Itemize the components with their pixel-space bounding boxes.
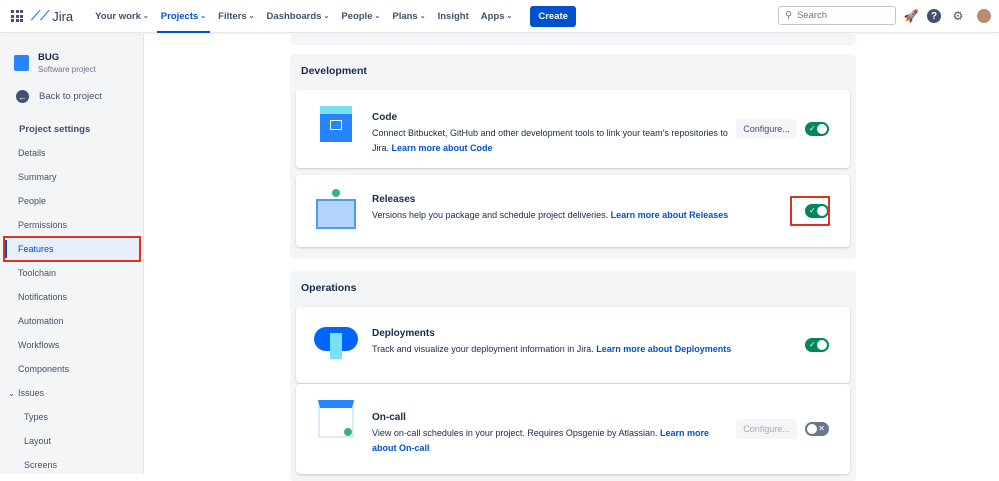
highlight-box: [790, 196, 830, 226]
nav-projects[interactable]: Projects ⌄: [155, 0, 212, 33]
learn-more-link[interactable]: Learn more about Code: [392, 143, 493, 153]
nav-dashboards[interactable]: Dashboards ⌄: [261, 0, 336, 33]
feature-title: Deployments: [372, 328, 435, 339]
chevron-down-icon: ⌄: [506, 13, 513, 20]
close-icon: ✕: [818, 424, 825, 433]
nav-plans[interactable]: Plans ⌄: [386, 0, 431, 33]
notifications-icon[interactable]: 🚀: [904, 9, 919, 23]
nav-filters[interactable]: Filters ⌄: [212, 0, 260, 33]
top-navigation: ⟋⟋ Jira Your work ⌄ Projects ⌄ Filters ⌄ Dashbo…: [0, 0, 999, 33]
on-call-toggle[interactable]: ✕: [805, 422, 829, 436]
sidebar-item-details[interactable]: Details: [3, 140, 141, 166]
sidebar-item-layout[interactable]: Layout: [3, 428, 141, 454]
code-toggle[interactable]: ✓: [805, 122, 829, 136]
sidebar-item-workflows[interactable]: Workflows: [3, 332, 141, 358]
section-development: Development Code Connect Bitbucket, GitH…: [290, 54, 856, 259]
chevron-down-icon: ⌄: [142, 13, 149, 20]
search-icon: ⚲: [785, 10, 792, 21]
arrow-left-icon: ←: [16, 90, 29, 103]
feature-description: View on-call schedules in your project. …: [372, 428, 710, 453]
feature-description: Versions help you package and schedule p…: [372, 210, 729, 220]
sidebar-item-permissions[interactable]: Permissions: [3, 212, 141, 238]
check-icon: ✓: [809, 124, 816, 133]
sidebar-item-screens[interactable]: Screens: [3, 452, 141, 478]
previous-section: [290, 34, 856, 45]
project-header: BUG Software project: [14, 52, 96, 74]
deployments-illustration-icon: [314, 321, 358, 365]
on-call-illustration-icon: [314, 398, 358, 442]
section-operations: Operations Deployments Track and visuali…: [290, 271, 856, 481]
check-icon: ✓: [809, 340, 816, 349]
nav-your-work[interactable]: Your work ⌄: [89, 0, 155, 33]
deployments-toggle[interactable]: ✓: [805, 338, 829, 352]
feature-title: On-call: [372, 412, 406, 423]
sidebar-item-automation[interactable]: Automation: [3, 308, 141, 334]
chevron-down-icon: ⌄: [323, 13, 330, 20]
chevron-down-icon: ⌄: [248, 13, 255, 20]
feature-description: Track and visualize your deployment info…: [372, 344, 732, 354]
sidebar-item-types[interactable]: Types: [3, 404, 141, 430]
jira-logo[interactable]: ⟋⟋ Jira: [31, 8, 73, 24]
back-to-project-link[interactable]: ← Back to project: [16, 90, 102, 103]
chevron-down-icon: ⌄: [374, 13, 381, 20]
section-heading: Operations: [301, 282, 357, 294]
nav-apps[interactable]: Apps ⌄: [475, 0, 519, 33]
sidebar-item-issues[interactable]: ⌄ Issues: [3, 380, 141, 406]
releases-illustration-icon: [314, 189, 358, 233]
feature-card-releases: Releases Versions help you package and s…: [296, 175, 850, 247]
sidebar-item-toolchain[interactable]: Toolchain: [3, 260, 141, 286]
help-icon[interactable]: ?: [927, 9, 941, 23]
section-heading: Development: [301, 65, 367, 77]
sidebar-item-features[interactable]: Features: [3, 236, 141, 262]
search-input[interactable]: ⚲ Search: [778, 6, 896, 25]
sidebar-item-people[interactable]: People: [3, 188, 141, 214]
app-switcher-icon[interactable]: [11, 10, 23, 22]
configure-button[interactable]: Configure...: [736, 119, 797, 139]
project-avatar-icon: [14, 55, 29, 71]
learn-more-link[interactable]: Learn more about Releases: [611, 210, 729, 220]
user-avatar[interactable]: [977, 9, 991, 23]
sidebar-item-components[interactable]: Components: [3, 356, 141, 382]
learn-more-link[interactable]: Learn more about Deployments: [596, 344, 731, 354]
feature-description: Connect Bitbucket, GitHub and other deve…: [372, 128, 728, 153]
section-title: Project settings: [19, 124, 91, 135]
feature-card-on-call: On-call View on-call schedules in your p…: [296, 384, 850, 474]
chevron-down-icon: ⌄: [419, 13, 426, 20]
nav-insight[interactable]: Insight: [432, 0, 475, 33]
feature-card-deployments: Deployments Track and visualize your dep…: [296, 307, 850, 383]
feature-title: Code: [372, 112, 397, 123]
sidebar: BUG Software project ← Back to project Pro…: [0, 34, 144, 474]
project-name: BUG: [38, 52, 60, 63]
jira-icon: ⟋⟋: [31, 8, 50, 23]
nav-people[interactable]: People ⌄: [335, 0, 386, 33]
sidebar-item-notifications[interactable]: Notifications: [3, 284, 141, 310]
project-type: Software project: [38, 65, 96, 74]
code-illustration-icon: [314, 104, 358, 148]
chevron-down-icon: ⌄: [8, 388, 15, 398]
settings-gear-icon[interactable]: ⚙: [951, 9, 965, 23]
chevron-down-icon: ⌄: [200, 13, 207, 20]
configure-button[interactable]: Configure...: [736, 419, 797, 439]
sidebar-item-summary[interactable]: Summary: [3, 164, 141, 190]
create-button[interactable]: Create: [530, 5, 576, 27]
feature-title: Releases: [372, 194, 416, 205]
feature-card-code: Code Connect Bitbucket, GitHub and other…: [296, 90, 850, 168]
